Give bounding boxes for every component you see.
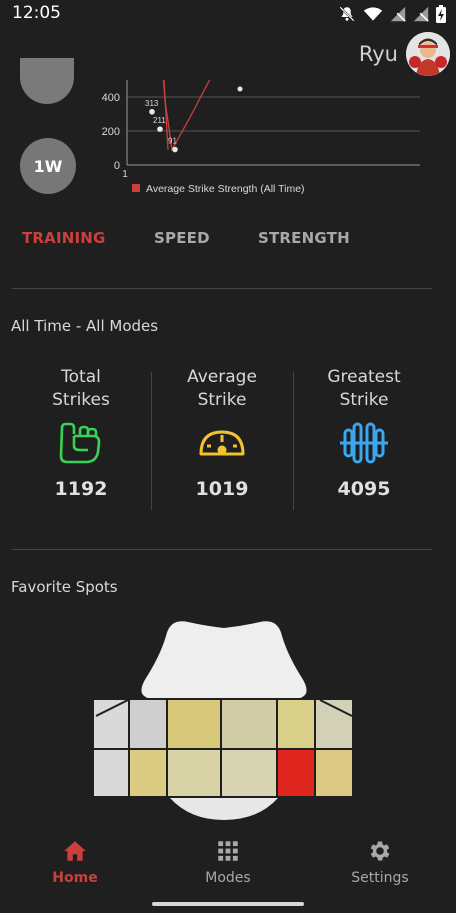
fist-icon xyxy=(59,422,101,464)
heat-cell xyxy=(278,750,314,796)
divider xyxy=(12,288,432,289)
chin-shape xyxy=(170,798,278,820)
tab-speed[interactable]: SPEED xyxy=(154,229,210,247)
heat-cell xyxy=(222,750,276,796)
x-tick-label: 1 xyxy=(122,169,128,180)
heat-cell xyxy=(130,700,166,748)
target-heatmap xyxy=(92,621,356,822)
stat-value: 1019 xyxy=(195,478,249,500)
stat-value: 4095 xyxy=(337,478,391,500)
heat-cell xyxy=(222,700,276,748)
stat-greatest-strike: Greatest Strike 4095 xyxy=(294,366,434,500)
stat-label-line1: Average xyxy=(187,367,257,387)
heat-cell xyxy=(94,750,128,796)
summary-title: All Time - All Modes xyxy=(11,317,159,335)
stat-value: 1192 xyxy=(54,478,108,500)
data-label: 211 xyxy=(153,116,166,125)
data-point xyxy=(157,126,163,132)
heat-cell xyxy=(130,750,166,796)
wifi-icon xyxy=(363,7,383,21)
status-icons xyxy=(338,5,446,23)
mute-icon xyxy=(339,6,355,22)
nav-label-home: Home xyxy=(52,870,98,886)
status-time: 12:05 xyxy=(12,3,61,23)
home-icon xyxy=(64,841,86,861)
chart-points: 313 211 91 xyxy=(145,86,243,153)
avatar[interactable] xyxy=(406,32,450,76)
user-header[interactable]: Ryu xyxy=(359,32,450,76)
gear-icon xyxy=(370,841,390,861)
heat-cell xyxy=(168,750,220,796)
legend-swatch xyxy=(132,184,140,192)
stat-total-strikes: Total Strikes 1192 xyxy=(11,366,151,500)
favorite-title: Favorite Spots xyxy=(11,578,118,596)
period-button-top[interactable] xyxy=(20,58,74,104)
heat-row-top xyxy=(94,700,352,748)
tab-bar: TRAINING SPEED STRENGTH xyxy=(0,225,456,251)
data-point xyxy=(149,108,155,115)
chart-grid xyxy=(126,80,420,166)
grid-icon xyxy=(218,841,238,861)
stat-label-line2: Strikes xyxy=(52,390,110,410)
heat-cell xyxy=(168,700,220,748)
chart-legend: Average Strike Strength (All Time) xyxy=(146,183,305,195)
data-label: 313 xyxy=(145,99,159,108)
heat-cell xyxy=(94,700,128,748)
data-point xyxy=(237,86,243,92)
heat-row-bottom xyxy=(94,750,352,796)
y-tick-label: 200 xyxy=(102,126,120,138)
period-button-1w[interactable]: 1W xyxy=(20,138,76,194)
data-label: 91 xyxy=(168,137,177,146)
signal-off-icon xyxy=(390,6,406,22)
divider xyxy=(12,549,432,550)
username: Ryu xyxy=(358,42,398,66)
chart-y-ticks: 400 200 0 xyxy=(102,92,120,172)
tab-strength[interactable]: STRENGTH xyxy=(258,229,350,247)
battery-charging-icon xyxy=(436,5,446,23)
stat-label-line1: Greatest xyxy=(327,367,401,387)
nav-label-modes: Modes xyxy=(205,870,251,886)
tab-training[interactable]: TRAINING xyxy=(22,229,106,247)
heat-cell xyxy=(316,750,352,796)
gesture-bar[interactable] xyxy=(152,902,304,906)
data-point xyxy=(172,146,178,153)
hat-shape xyxy=(141,621,307,698)
y-tick-label: 400 xyxy=(102,92,120,104)
nav-label-settings: Settings xyxy=(351,870,409,886)
dumbbell-icon xyxy=(340,422,388,464)
stat-label-line2: Strike xyxy=(339,390,389,410)
nav-home[interactable]: Home xyxy=(0,838,150,886)
stat-average-strike: Average Strike 1019 xyxy=(152,366,292,500)
gauge-icon xyxy=(199,430,245,456)
nav-settings[interactable]: Settings xyxy=(305,838,455,886)
nav-modes[interactable]: Modes xyxy=(153,838,303,886)
stat-label-line2: Strike xyxy=(197,390,247,410)
strike-strength-chart: 400 200 0 1 313 211 91 Average Strike Streng… xyxy=(102,80,420,195)
stat-label-line1: Total xyxy=(61,367,101,387)
status-bar: 12:05 xyxy=(0,0,456,28)
chart-x-ticks: 1 xyxy=(122,169,128,180)
heat-cell xyxy=(278,700,314,748)
bottom-nav: Home Modes Settings xyxy=(0,838,456,894)
y-tick-label: 0 xyxy=(114,160,120,172)
signal-off-icon xyxy=(413,6,429,22)
